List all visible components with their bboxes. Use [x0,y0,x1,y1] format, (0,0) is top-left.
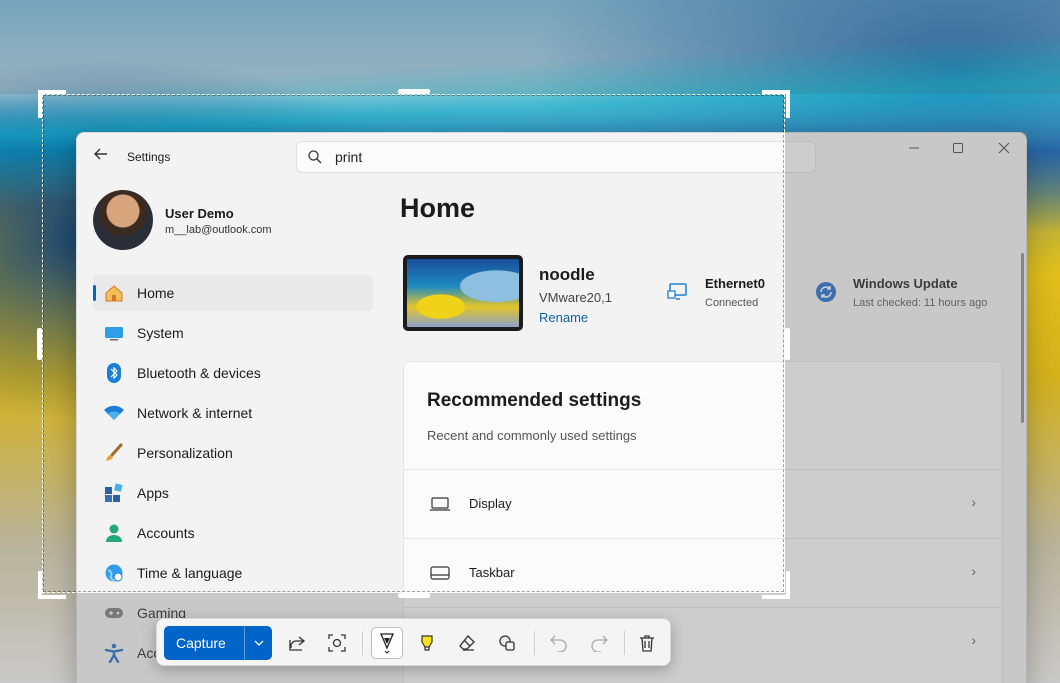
selection-handle-top[interactable] [398,89,430,94]
selection-handle-top-left[interactable] [38,90,66,118]
eraser-icon [459,635,475,651]
share-button[interactable] [281,627,313,659]
pen-button[interactable] [371,627,403,659]
snip-selection-area[interactable] [42,94,785,593]
shapes-icon [499,635,515,651]
update-status-title[interactable]: Windows Update [853,276,958,291]
close-icon [998,142,1010,154]
eraser-button[interactable] [451,627,483,659]
undo-button[interactable] [543,627,575,659]
delete-button[interactable] [631,627,663,659]
toolbar-separator [362,631,363,655]
windows-update-icon [816,282,836,302]
selection-handle-right[interactable] [785,328,790,360]
highlighter-icon [421,635,433,651]
selection-handle-top-right[interactable] [762,90,790,118]
snip-toolbar: Capture [156,618,671,666]
toolbar-separator [624,631,625,655]
update-status-subtitle: Last checked: 11 hours ago [853,297,988,309]
pen-icon [380,633,394,654]
delete-icon [640,635,654,652]
shapes-button[interactable] [491,627,523,659]
selection-handle-left[interactable] [37,328,42,360]
redo-icon [591,635,608,652]
minimize-button[interactable] [899,139,929,159]
maximize-icon [953,143,963,153]
gamepad-icon [103,602,125,624]
maximize-button[interactable] [943,139,973,159]
highlighter-button[interactable] [411,627,443,659]
selection-handle-bottom-left[interactable] [38,571,66,599]
selection-handle-bottom[interactable] [398,593,430,598]
undo-icon [550,635,567,652]
chevron-right-icon: › [971,632,976,648]
toolbar-separator [534,631,535,655]
chevron-right-icon: › [971,494,976,510]
close-button[interactable] [989,139,1019,159]
accessibility-icon [103,642,125,664]
chevron-right-icon: › [971,563,976,579]
redo-button[interactable] [583,627,615,659]
scrollbar[interactable] [1021,253,1024,423]
visual-search-icon [328,634,346,652]
visual-search-button[interactable] [321,627,353,659]
capture-label: Capture [176,635,226,651]
selection-handle-bottom-right[interactable] [762,571,790,599]
chevron-down-icon[interactable] [245,637,272,649]
capture-button[interactable]: Capture [164,626,272,660]
minimize-icon [909,147,919,149]
share-icon [289,636,306,651]
